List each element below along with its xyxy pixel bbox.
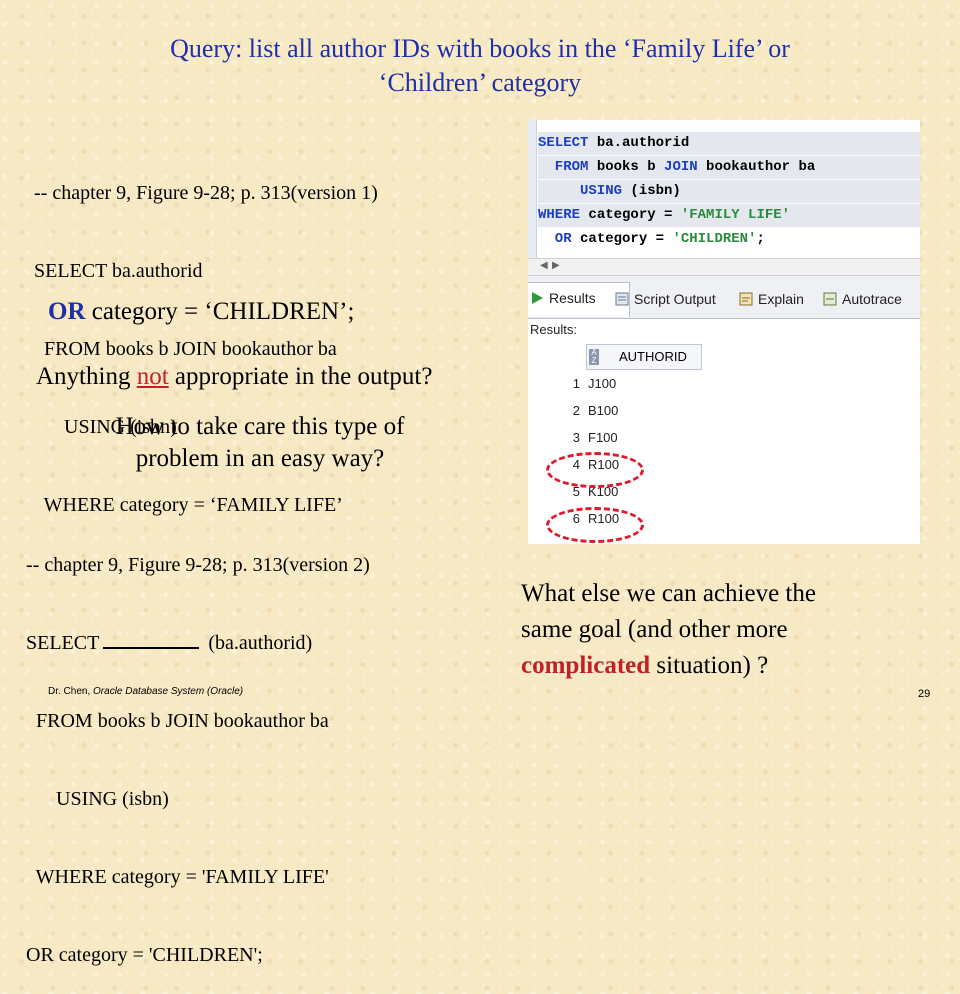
title-line-1: Query: list all author IDs with books in… [170, 34, 790, 63]
question1-not: not [136, 363, 169, 390]
sql-text: category = [580, 207, 681, 223]
tab-results-label: Results [549, 290, 596, 306]
question2-line-2: problem in an easy way? [135, 445, 385, 472]
question-how-to: How to take care this type of problem in… [60, 411, 460, 475]
sql-line-where: WHERE category = 'FAMILY LIFE' [538, 204, 920, 227]
fill-in-blank [103, 631, 200, 649]
or-keyword: OR [48, 298, 86, 325]
sql-text: (isbn) [622, 183, 681, 199]
column-header-authorid[interactable]: AZ AUTHORID [586, 344, 702, 370]
column-header-label: AUTHORID [619, 349, 687, 364]
scroll-right-arrow-icon[interactable]: ▶ [552, 260, 560, 271]
question-what-else: What else we can achieve the same goal (… [521, 576, 911, 684]
row-number: 2 [572, 403, 580, 418]
slide-footer: Dr. Chen, Oracle Database System (Oracle… [48, 686, 243, 697]
code2-select: SELECT (ba.authorid) [26, 630, 370, 656]
editor-gutter [528, 120, 537, 258]
code2-where: WHERE category = 'FAMILY LIFE' [26, 866, 329, 888]
code1-or-line: OR category = ‘CHILDREN’; [48, 298, 354, 326]
duplicate-highlight-circle-row-6 [546, 507, 644, 543]
title-line-2: ‘Children’ category [378, 68, 582, 97]
question3-line-3: complicated situation) ? [521, 648, 911, 684]
code1-from: FROM books b JOIN bookauthor ba [34, 338, 337, 360]
sql-kw: SELECT [538, 135, 589, 151]
complicated-word: complicated [521, 652, 651, 679]
sql-text: bookauthor ba [697, 159, 816, 175]
sql-kw: USING [538, 183, 623, 199]
sql-line-from: FROM books b JOIN bookauthor ba [538, 156, 920, 179]
tab-script-output[interactable]: Script Output [612, 284, 716, 314]
sql-text: category = [571, 231, 673, 247]
tab-autotrace-label: Autotrace [842, 291, 902, 307]
sql-text: ba.authorid [588, 135, 690, 151]
sql-text: ; [756, 231, 765, 247]
tab-autotrace[interactable]: Autotrace [820, 284, 902, 314]
code-block-version-2: -- chapter 9, Figure 9-28; p. 313(versio… [26, 500, 370, 994]
question3-line-1: What else we can achieve the [521, 580, 816, 607]
sql-string: 'FAMILY LIFE' [680, 207, 791, 223]
sql-kw: WHERE [538, 207, 581, 223]
sql-editor[interactable]: SELECT ba.authorid FROM books b JOIN boo… [528, 120, 920, 258]
duplicate-highlight-circle-row-4 [546, 452, 644, 488]
script-output-icon [615, 292, 629, 306]
sql-kw: OR [538, 231, 572, 247]
autotrace-icon [823, 292, 837, 306]
horizontal-scrollbar[interactable]: ◀ ▶ [528, 258, 920, 276]
sort-icon[interactable]: AZ [589, 349, 599, 365]
code2-using: USING (isbn) [26, 788, 169, 810]
sql-line-using: USING (isbn) [538, 180, 920, 203]
code1-comment: -- chapter 9, Figure 9-28; p. 313(versio… [34, 182, 378, 204]
sql-kw: JOIN [664, 159, 698, 175]
row-number: 3 [572, 430, 580, 445]
page-number: 29 [918, 688, 931, 700]
code2-from: FROM books b JOIN bookauthor ba [26, 710, 329, 732]
row-value: B100 [588, 403, 619, 418]
code2-select-col: (ba.authorid) [208, 632, 313, 654]
tab-script-output-label: Script Output [634, 291, 716, 307]
results-label: Results: [530, 322, 577, 337]
code-block-version-1: -- chapter 9, Figure 9-28; p. 313(versio… [34, 128, 378, 544]
question3-line-2: same goal (and other more [521, 616, 788, 643]
row-number: 1 [572, 376, 580, 391]
footer-author: Dr. Chen, [48, 686, 94, 697]
sql-text: books b [588, 159, 665, 175]
or-condition: category = ‘CHILDREN’; [85, 298, 355, 325]
scroll-left-arrow-icon[interactable]: ◀ [540, 260, 548, 271]
code1-select: SELECT ba.authorid [34, 260, 203, 282]
sql-line-select: SELECT ba.authorid [538, 132, 920, 155]
slide-title: Query: list all author IDs with books in… [0, 32, 960, 100]
row-value: F100 [588, 430, 618, 445]
question1-pre: Anything [36, 363, 137, 390]
question-anything-not: Anything not appropriate in the output? [36, 363, 432, 391]
table-row[interactable]: 1 J100 [528, 370, 728, 397]
sql-string: 'CHILDREN' [672, 231, 757, 247]
tab-explain-label: Explain [758, 291, 804, 307]
sql-kw: FROM [538, 159, 589, 175]
results-tab-bar: Results Script Output Explain Autotrace [528, 276, 920, 319]
table-row[interactable]: 3 F100 [528, 424, 728, 451]
code2-or: OR category = 'CHILDREN'; [26, 944, 263, 966]
code2-select-kw: SELECT [26, 632, 100, 654]
run-icon [532, 292, 543, 304]
row-value: J100 [588, 376, 617, 391]
code2-comment: -- chapter 9, Figure 9-28; p. 313(versio… [26, 554, 370, 576]
sql-line-or: OR category = 'CHILDREN'; [538, 228, 920, 251]
explain-icon [739, 292, 753, 306]
question1-post: appropriate in the output? [168, 363, 433, 390]
table-row[interactable]: 2 B100 [528, 397, 728, 424]
footer-course: Oracle Database System (Oracle) [93, 686, 244, 697]
question3-line3-rest: situation) ? [650, 652, 769, 679]
tab-explain[interactable]: Explain [736, 284, 804, 314]
question2-line-1: How to take care this type of [115, 413, 405, 440]
